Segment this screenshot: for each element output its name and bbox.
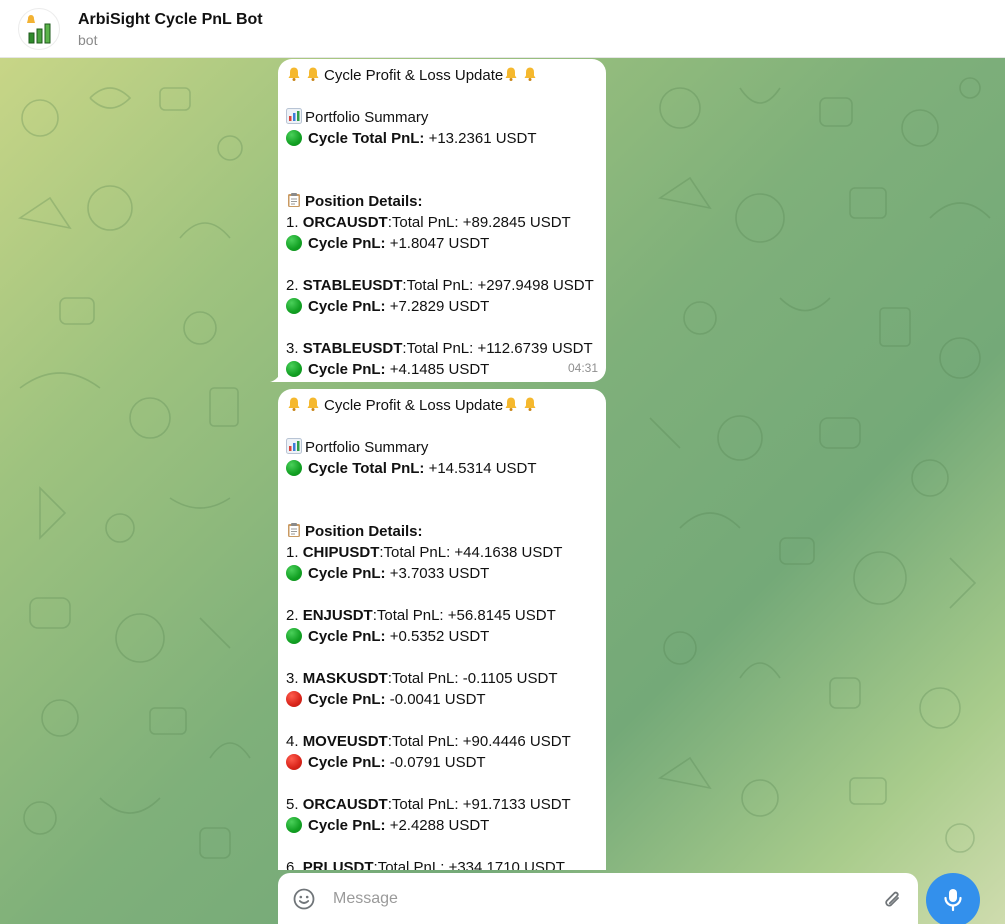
position-cycle-row: Cycle PnL: +7.2829 USDT xyxy=(286,296,606,317)
red-circle-icon xyxy=(286,754,302,770)
position-row: 1. ORCAUSDT:Total PnL: +89.2845 USDT xyxy=(286,214,571,231)
bar-chart-bell-icon xyxy=(27,15,51,44)
position-row: 3. STABLEUSDT:Total PnL: +112.6739 USDT xyxy=(286,340,593,357)
chat-header[interactable]: ArbiSight Cycle PnL Bot bot xyxy=(0,0,1005,58)
cycle-total-row: Cycle Total PnL: +14.5314 USDT xyxy=(286,458,606,479)
green-circle-icon xyxy=(286,298,302,314)
chat-title: ArbiSight Cycle PnL Bot xyxy=(78,11,263,28)
position-cycle-row: Cycle PnL: -0.0041 USDT xyxy=(286,689,606,710)
bell-icon xyxy=(503,396,519,418)
bell-icon xyxy=(286,396,302,418)
bell-icon xyxy=(305,396,321,418)
microphone-icon xyxy=(944,889,962,912)
clipboard-icon xyxy=(286,192,302,214)
message-composer[interactable]: Message xyxy=(278,873,918,924)
cycle-total-row: Cycle Total PnL: +13.2361 USDT xyxy=(286,128,606,149)
green-circle-icon xyxy=(286,817,302,833)
bot-avatar[interactable] xyxy=(18,8,60,50)
position-row: 5. ORCAUSDT:Total PnL: +91.7133 USDT xyxy=(286,796,571,813)
message-heading: Cycle Profit & Loss Update xyxy=(286,395,606,416)
position-cycle-row: Cycle PnL: +1.8047 USDT xyxy=(286,233,606,254)
position-cycle-row: Cycle PnL: -0.0791 USDT xyxy=(286,752,606,773)
smile-icon[interactable] xyxy=(293,888,315,910)
bell-icon xyxy=(503,66,519,88)
position-row: 2. STABLEUSDT:Total PnL: +297.9498 USDT xyxy=(286,277,594,294)
message-heading: Cycle Profit & Loss Update xyxy=(286,65,606,86)
chat-subtitle: bot xyxy=(78,32,98,48)
position-cycle-row: Cycle PnL: +2.4288 USDT xyxy=(286,815,606,836)
green-circle-icon xyxy=(286,460,302,476)
bar-chart-icon xyxy=(286,108,302,130)
position-cycle-row: Cycle PnL: +0.5352 USDT xyxy=(286,626,606,647)
bell-icon xyxy=(286,66,302,88)
green-circle-icon xyxy=(286,235,302,251)
details-title: Position Details: xyxy=(286,191,606,212)
bar-chart-icon xyxy=(286,438,302,460)
position-cycle-row: Cycle PnL: +4.1485 USDT xyxy=(286,359,606,380)
position-row: 3. MASKUSDT:Total PnL: -0.1105 USDT xyxy=(286,670,558,687)
green-circle-icon xyxy=(286,628,302,644)
position-row: 2. ENJUSDT:Total PnL: +56.8145 USDT xyxy=(286,607,556,624)
bell-icon xyxy=(522,396,538,418)
red-circle-icon xyxy=(286,691,302,707)
position-cycle-row: Cycle PnL: +3.7033 USDT xyxy=(286,563,606,584)
green-circle-icon xyxy=(286,130,302,146)
bell-icon xyxy=(305,66,321,88)
position-row: 1. CHIPUSDT:Total PnL: +44.1638 USDT xyxy=(286,544,563,561)
summary-title: Portfolio Summary xyxy=(286,107,606,128)
bell-icon xyxy=(522,66,538,88)
summary-title: Portfolio Summary xyxy=(286,437,606,458)
microphone-button[interactable] xyxy=(926,873,980,924)
message-input[interactable]: Message xyxy=(333,890,398,908)
message-bubble[interactable]: Cycle Profit & Loss Update Portfolio Sum… xyxy=(278,59,606,382)
green-circle-icon xyxy=(286,565,302,581)
paperclip-icon[interactable] xyxy=(882,887,904,911)
details-title: Position Details: xyxy=(286,521,606,542)
position-row: 6. PRLUSDT:Total PnL: +334.1710 USDT xyxy=(286,859,565,870)
clipboard-icon xyxy=(286,522,302,544)
message-bubble[interactable]: Cycle Profit & Loss Update Portfolio Sum… xyxy=(278,389,606,870)
position-row: 4. MOVEUSDT:Total PnL: +90.4446 USDT xyxy=(286,733,571,750)
green-circle-icon xyxy=(286,361,302,377)
message-time: 04:31 xyxy=(567,361,598,375)
